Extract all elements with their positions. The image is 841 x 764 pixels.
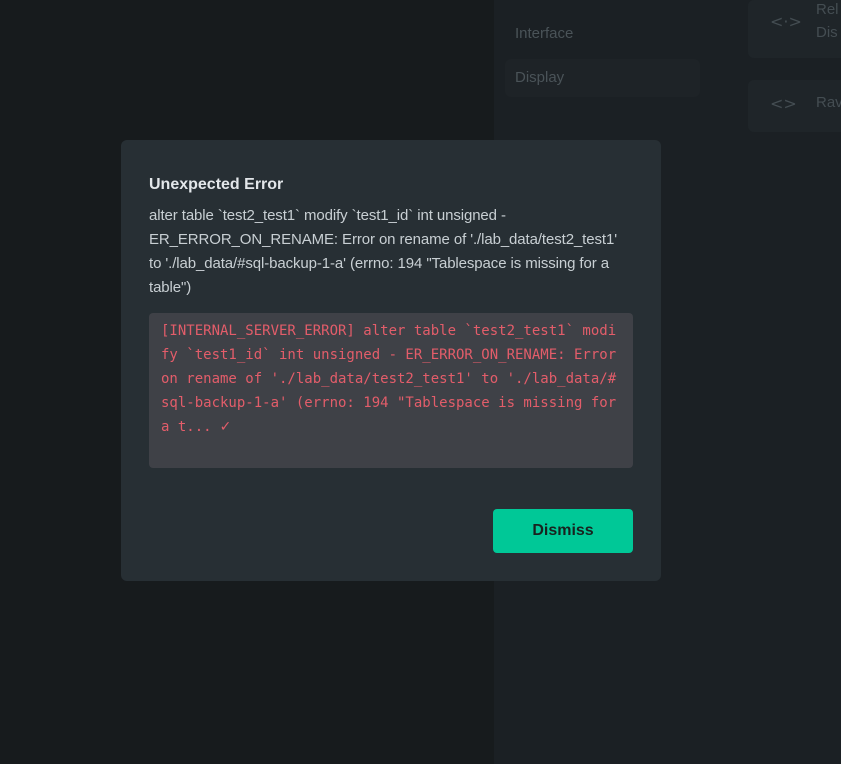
bg-menu-item-display: Display — [505, 59, 700, 97]
bg-menu-item-interface: Interface — [515, 25, 574, 42]
bg-card-relational: <·> Rel Dis — [748, 0, 841, 58]
code-icon: <·> — [770, 12, 802, 31]
bg-card-raw: <> Rav — [748, 80, 841, 132]
bg-card-title: Rav — [816, 94, 841, 111]
check-icon[interactable]: ✓ — [220, 419, 232, 435]
dialog-title: Unexpected Error — [149, 176, 284, 193]
dialog-message: alter table `test2_test1` modify `test1_… — [149, 207, 617, 296]
code-icon: <> — [770, 94, 797, 113]
error-detail-box: [INTERNAL_SERVER_ERROR] alter table `tes… — [149, 313, 633, 468]
bg-card-title: Rel — [816, 1, 839, 18]
dismiss-button[interactable]: Dismiss — [493, 509, 633, 553]
error-dialog: Unexpected Error alter table `test2_test… — [121, 140, 661, 581]
bg-card-subtitle: Dis — [816, 24, 838, 41]
